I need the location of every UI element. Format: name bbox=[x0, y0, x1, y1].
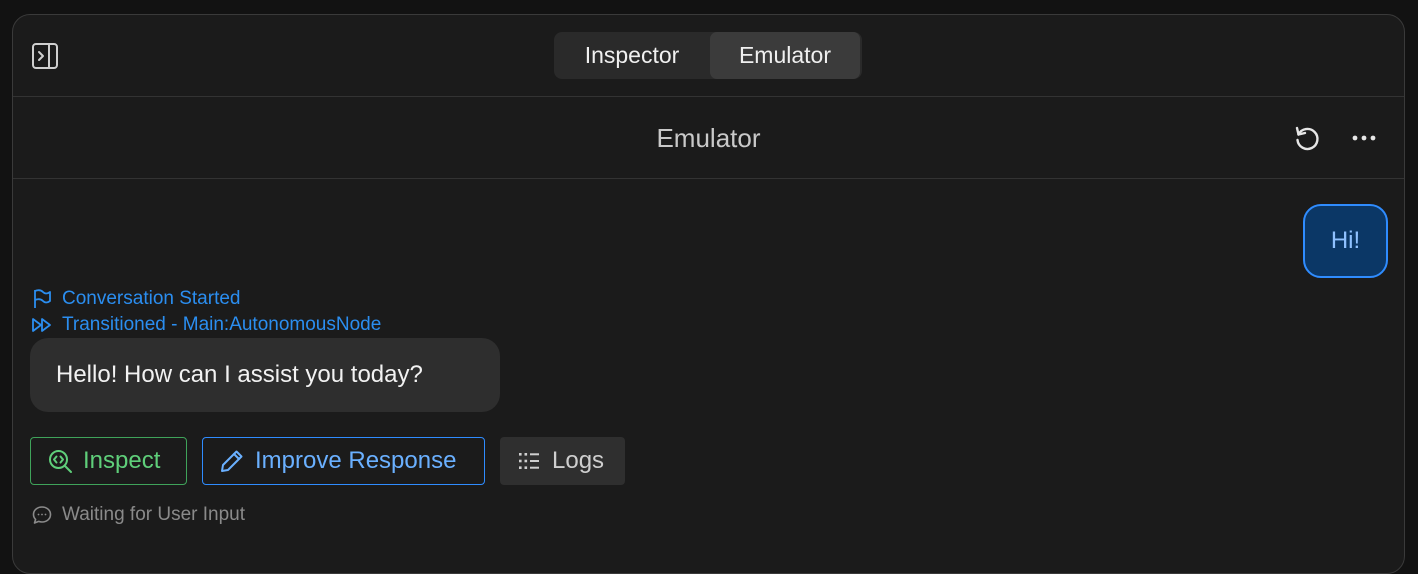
inspect-label: Inspect bbox=[83, 447, 161, 474]
improve-response-button[interactable]: Improve Response bbox=[202, 437, 485, 485]
logs-label: Logs bbox=[552, 447, 605, 474]
panel-toggle-icon[interactable] bbox=[31, 42, 59, 70]
chat-bubble-icon bbox=[31, 504, 53, 526]
page-title: Emulator bbox=[656, 122, 761, 153]
event-label: Transitioned - Main:AutonomousNode bbox=[62, 314, 382, 335]
event-label: Conversation Started bbox=[62, 288, 241, 309]
improve-response-label: Improve Response bbox=[255, 447, 457, 474]
tab-inspector[interactable]: Inspector bbox=[554, 32, 710, 79]
event-conversation-started: Conversation Started bbox=[31, 287, 241, 311]
reset-icon[interactable] bbox=[1292, 123, 1322, 153]
more-icon[interactable] bbox=[1349, 123, 1379, 153]
emulator-window: Inspector Emulator Emulator Hi! Conversa… bbox=[12, 14, 1405, 574]
flag-icon bbox=[31, 288, 53, 310]
list-icon bbox=[516, 448, 542, 474]
top-bar: Inspector Emulator bbox=[13, 15, 1404, 97]
fast-forward-icon bbox=[31, 314, 53, 336]
event-transitioned: Transitioned - Main:AutonomousNode bbox=[31, 313, 381, 337]
pencil-icon bbox=[219, 448, 245, 474]
status-indicator: Waiting for User Input bbox=[31, 503, 245, 527]
logs-button[interactable]: Logs bbox=[500, 437, 625, 485]
inspect-icon bbox=[47, 448, 73, 474]
bot-message: Hello! How can I assist you today? bbox=[30, 338, 500, 412]
status-label: Waiting for User Input bbox=[62, 504, 246, 525]
user-message: Hi! bbox=[1303, 204, 1388, 278]
tab-emulator[interactable]: Emulator bbox=[710, 32, 860, 79]
emulator-header: Emulator bbox=[13, 97, 1404, 179]
view-switcher: Inspector Emulator bbox=[554, 32, 862, 79]
inspect-button[interactable]: Inspect bbox=[30, 437, 187, 485]
